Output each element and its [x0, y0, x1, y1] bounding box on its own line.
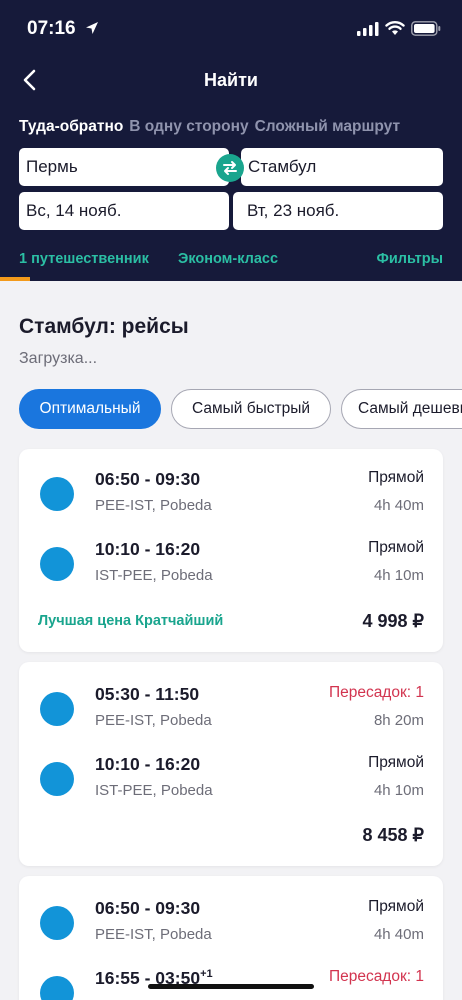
flight-card[interactable]: 06:50 - 09:30 PEE-IST, Pobeda Прямой 4h …	[19, 449, 443, 652]
airline-logo	[40, 692, 74, 726]
leg-stops: Пересадок: 1	[328, 684, 424, 701]
leg-stops: Прямой	[368, 469, 424, 486]
flight-price: 8 458 ₽	[362, 825, 425, 845]
tab-round-trip[interactable]: Туда-обратно	[19, 118, 123, 136]
loading-status: Загрузка...	[19, 350, 98, 367]
leg-duration: 4h 40m	[373, 926, 424, 943]
tab-multi-city[interactable]: Сложный маршрут	[255, 118, 400, 136]
leg-times: 10:10 - 16:20	[95, 539, 201, 559]
airline-logo	[40, 547, 74, 581]
tab-one-way[interactable]: В одну сторону	[129, 118, 248, 136]
flight-card[interactable]: 05:30 - 11:50 PEE-IST, Pobeda Пересадок:…	[19, 662, 443, 866]
leg-route: PEE-IST, Pobeda	[95, 926, 212, 943]
trip-type-tabs: Туда-обратно В одну сторону Сложный маршру…	[19, 118, 406, 136]
leg-times: 05:30 - 11:50	[95, 684, 200, 704]
leg-duration: 4h 40m	[373, 497, 424, 514]
travellers-button[interactable]: 1 путешественник	[19, 251, 149, 267]
return-date-field[interactable]: Вт, 23 нояб.	[233, 192, 443, 230]
flight-price: 4 998 ₽	[362, 611, 425, 631]
flight-leg: 06:50 - 09:30 PEE-IST, Pobeda Прямой 4h …	[19, 898, 443, 948]
home-indicator	[148, 984, 314, 989]
leg-times: 06:50 - 09:30	[95, 469, 201, 489]
leg-route: IST-PEE, Pobeda	[95, 567, 213, 584]
airline-logo	[40, 976, 74, 1000]
status-time: 07:16	[27, 18, 76, 39]
airline-logo	[40, 906, 74, 940]
leg-duration: 4h 10m	[373, 567, 424, 584]
departure-date-field[interactable]: Вс, 14 нояб.	[19, 192, 229, 230]
sort-cheapest-button[interactable]: Самый дешевый	[341, 389, 462, 429]
destination-field[interactable]: Стамбул	[241, 148, 443, 186]
search-header: 07:16 Найти Туда-обратно В одну сторону Сл…	[0, 0, 462, 281]
flight-leg: 10:10 - 16:20 IST-PEE, Pobeda Прямой 4h …	[19, 539, 443, 589]
battery-icon	[411, 21, 441, 36]
flight-leg: 10:10 - 16:20 IST-PEE, Pobeda Прямой 4h …	[19, 754, 443, 804]
sort-fastest-button[interactable]: Самый быстрый	[171, 389, 331, 429]
leg-route: PEE-IST, Pobeda	[95, 497, 212, 514]
flight-card[interactable]: 06:50 - 09:30 PEE-IST, Pobeda Прямой 4h …	[19, 876, 443, 1000]
flight-leg: 06:50 - 09:30 PEE-IST, Pobeda Прямой 4h …	[19, 469, 443, 519]
results-title: Стамбул: рейсы	[19, 315, 189, 338]
signal-icon	[357, 22, 379, 36]
leg-stops: Прямой	[368, 539, 424, 556]
leg-stops: Пересадок: 1	[328, 968, 424, 985]
sort-optimal-button[interactable]: Оптимальный	[19, 389, 161, 429]
progress-indicator	[0, 277, 30, 281]
flight-badges: Лучшая цена Кратчайший	[38, 613, 224, 629]
airline-logo	[40, 762, 74, 796]
filters-button[interactable]: Фильтры	[377, 251, 443, 267]
leg-stops: Прямой	[368, 898, 424, 915]
flight-leg: 05:30 - 11:50 PEE-IST, Pobeda Пересадок:…	[19, 684, 443, 734]
day-offset: +1	[200, 968, 213, 981]
leg-duration: 4h 10m	[373, 782, 424, 799]
swap-icon	[223, 161, 237, 175]
airline-logo	[40, 477, 74, 511]
leg-duration: 8h 20m	[373, 712, 424, 729]
leg-times: 10:10 - 16:20	[95, 754, 201, 774]
cabin-class-button[interactable]: Эконом-класс	[178, 251, 278, 267]
leg-route: PEE-IST, Pobeda	[95, 712, 212, 729]
wifi-icon	[385, 21, 405, 35]
page-title: Найти	[204, 70, 258, 90]
leg-times: 06:50 - 09:30	[95, 898, 201, 918]
leg-stops: Прямой	[368, 754, 424, 771]
swap-button[interactable]	[216, 154, 244, 182]
origin-field[interactable]: Пермь	[19, 148, 229, 186]
leg-route: IST-PEE, Pobeda	[95, 782, 213, 799]
location-arrow-icon	[86, 22, 98, 34]
status-bar: 07:16	[0, 0, 462, 58]
